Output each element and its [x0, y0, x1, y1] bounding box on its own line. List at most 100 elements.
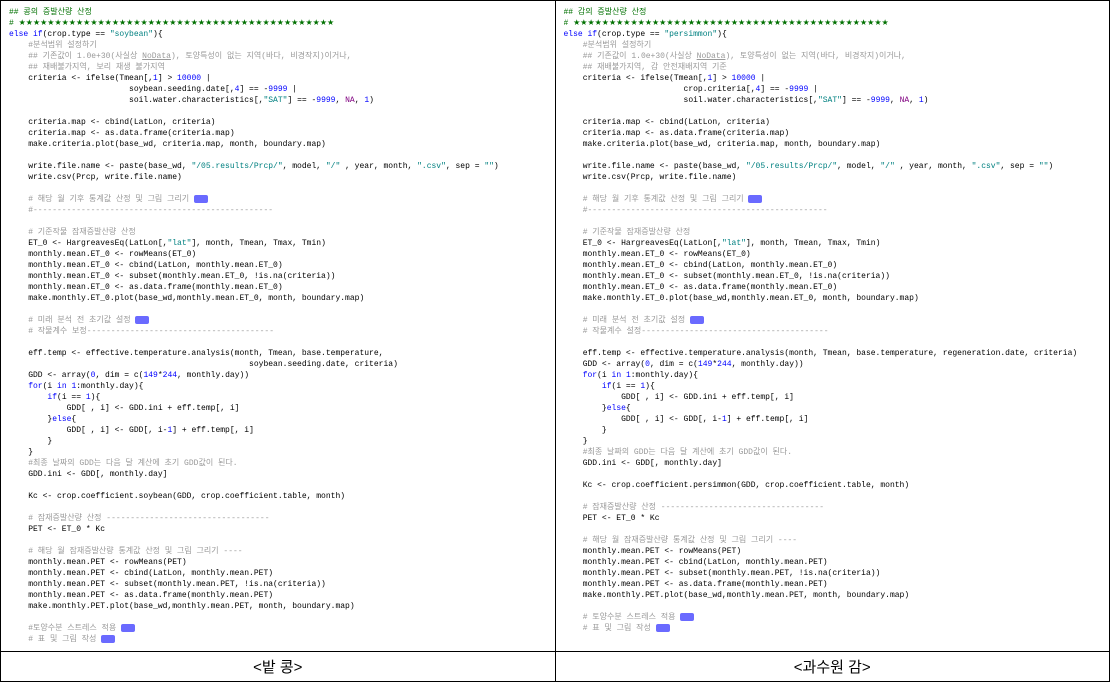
comment: #최종 날짜의 GDD는 다음 달 계산에 초기 GDD값이 된다.	[9, 459, 238, 468]
code-line: monthly.mean.PET <- rowMeans(PET)	[9, 558, 187, 567]
fold-badge-icon[interactable]	[656, 624, 670, 632]
code-line: GDD[ , i] <- GDD[, i-1] + eff.temp[, i]	[564, 415, 809, 424]
code-line: criteria.map <- cbind(LatLon, criteria)	[564, 118, 770, 127]
code-line: criteria.map <- as.data.frame(criteria.m…	[564, 129, 790, 138]
code-line: for(i in 1:monthly.day){	[564, 371, 698, 380]
code-line: ET_0 <- HargreavesEq(LatLon[,"lat"], mon…	[9, 239, 326, 248]
code-line: monthly.mean.ET_0 <- subset(monthly.mean…	[564, 272, 890, 281]
comment: # 표 및 그림 작성	[9, 635, 115, 644]
code-line: monthly.mean.PET <- as.data.frame(monthl…	[564, 580, 828, 589]
code-line: if(i == 1){	[564, 382, 655, 391]
comment: # ★★★★★★★★★★★★★★★★★★★★★★★★★★★★★★★★★★★★★★…	[564, 19, 889, 28]
code-line: make.criteria.plot(base_wd, criteria.map…	[9, 140, 326, 149]
code-line: monthly.mean.ET_0 <- rowMeans(ET_0)	[9, 250, 196, 259]
fold-badge-icon[interactable]	[194, 195, 208, 203]
comment: #최종 날짜의 GDD는 다음 달 계산에 초기 GDD값이 된다.	[564, 448, 793, 457]
code-line: write.file.name <- paste(base_wd, "/05.r…	[9, 162, 499, 171]
comment: #토양수분 스트레스 적용	[9, 624, 135, 633]
comment: ## 재배불가지역, 감 안전재배지역 기준	[564, 63, 727, 72]
right-code-pane: ## 감의 증발산량 산정 # ★★★★★★★★★★★★★★★★★★★★★★★★…	[555, 1, 1110, 652]
code-line: soil.water.characteristics[,"SAT"] == -9…	[564, 96, 929, 105]
code-line: make.monthly.ET_0.plot(base_wd,monthly.m…	[9, 294, 364, 303]
comment: #---------------------------------------…	[9, 206, 273, 215]
code-line: }	[9, 437, 52, 446]
code-line: criteria <- ifelse(Tmean[,1] > 10000 |	[9, 74, 211, 83]
right-caption: <과수원 감>	[555, 652, 1110, 682]
code-line: monthly.mean.ET_0 <- cbind(LatLon, month…	[9, 261, 283, 270]
fold-badge-icon[interactable]	[690, 316, 704, 324]
comment: # 잠재증발산량 산정 ----------------------------…	[9, 514, 270, 523]
comment: # 기준작물 잠재증발산량 산정	[9, 228, 136, 237]
comment: ## 콩의 증발산량 산정	[9, 8, 92, 17]
code-line: ET_0 <- HargreavesEq(LatLon[,"lat"], mon…	[564, 239, 881, 248]
code-line: monthly.mean.PET <- cbind(LatLon, monthl…	[9, 569, 273, 578]
code-line: monthly.mean.ET_0 <- as.data.frame(month…	[564, 283, 838, 292]
fold-badge-icon[interactable]	[101, 635, 115, 643]
comment: ## 기존값이 1.0e+30(사실상 NoData), 토양특성이 없는 지역…	[564, 52, 906, 61]
code-line: for(i in 1:monthly.day){	[9, 382, 143, 391]
code-line: }else{	[9, 415, 76, 424]
code-line: if(i == 1){	[9, 393, 100, 402]
fold-badge-icon[interactable]	[135, 316, 149, 324]
code-line: PET <- ET_0 * Kc	[564, 514, 660, 523]
code-line: PET <- ET_0 * Kc	[9, 525, 105, 534]
code-line: monthly.mean.PET <- rowMeans(PET)	[564, 547, 742, 556]
code-line: write.file.name <- paste(base_wd, "/05.r…	[564, 162, 1054, 171]
code-line: write.csv(Prcp, write.file.name)	[564, 173, 737, 182]
comment: ## 감의 증발산량 산정	[564, 8, 647, 17]
code-line: criteria <- ifelse(Tmean[,1] > 10000 |	[564, 74, 766, 83]
code-line: else if(crop.type == "soybean"){	[9, 30, 163, 39]
right-code: ## 감의 증발산량 산정 # ★★★★★★★★★★★★★★★★★★★★★★★★…	[564, 7, 1102, 634]
keyword: else if	[9, 30, 43, 39]
code-line: soybean.seeding.date, criteria)	[9, 360, 398, 369]
fold-badge-icon[interactable]	[680, 613, 694, 621]
code-line: make.monthly.ET_0.plot(base_wd,monthly.m…	[564, 294, 919, 303]
left-code: ## 콩의 증발산량 산정 # ★★★★★★★★★★★★★★★★★★★★★★★★…	[9, 7, 547, 645]
fold-badge-icon[interactable]	[121, 624, 135, 632]
code-line: crop.criteria[,4] == -9999 |	[564, 85, 818, 94]
code-line: Kc <- crop.coefficient.soybean(GDD, crop…	[9, 492, 345, 501]
comment: # 토양수분 스트레스 적용	[564, 613, 695, 622]
code-line: write.csv(Prcp, write.file.name)	[9, 173, 182, 182]
comment: #---------------------------------------…	[564, 206, 828, 215]
code-line: GDD <- array(0, dim = c(149*244, monthly…	[9, 371, 249, 380]
comment: #분석범위 설정하기	[9, 41, 97, 50]
code-line: make.monthly.PET.plot(base_wd,monthly.me…	[9, 602, 355, 611]
comment: # 잠재증발산량 산정 ----------------------------…	[564, 503, 825, 512]
fold-badge-icon[interactable]	[748, 195, 762, 203]
code-line: eff.temp <- effective.temperature.analys…	[9, 349, 383, 358]
comment: # 해당 월 기후 통계값 산정 및 그림 그리기	[564, 195, 763, 204]
code-line: }	[9, 448, 33, 457]
code-line: soybean.seeding.date[,4] == -9999 |	[9, 85, 297, 94]
left-caption: <밭 콩>	[1, 652, 556, 682]
code-line: monthly.mean.ET_0 <- cbind(LatLon, month…	[564, 261, 838, 270]
keyword: else if	[564, 30, 598, 39]
code-line: make.criteria.plot(base_wd, criteria.map…	[564, 140, 881, 149]
code-line: soil.water.characteristics[,"SAT"] == -9…	[9, 96, 374, 105]
code-line: Kc <- crop.coefficient.persimmon(GDD, cr…	[564, 481, 910, 490]
code-line: monthly.mean.PET <- cbind(LatLon, monthl…	[564, 558, 828, 567]
comment: #분석범위 설정하기	[564, 41, 652, 50]
left-code-pane: ## 콩의 증발산량 산정 # ★★★★★★★★★★★★★★★★★★★★★★★★…	[1, 1, 556, 652]
code-line: GDD <- array(0, dim = c(149*244, monthly…	[564, 360, 804, 369]
comment: # 표 및 그림 작성	[564, 624, 670, 633]
code-line: }	[564, 437, 588, 446]
comment: # 기준작물 잠재증발산량 산정	[564, 228, 691, 237]
code-line: monthly.mean.PET <- subset(monthly.mean.…	[564, 569, 881, 578]
code-line: GDD[ , i] <- GDD[, i-1] + eff.temp[, i]	[9, 426, 254, 435]
comment: # 해당 월 잠재증발산량 통계값 산정 및 그림 그리기 ----	[564, 536, 798, 545]
comment: # 미래 분석 전 초기값 설정	[564, 316, 704, 325]
code-line: eff.temp <- effective.temperature.analys…	[564, 349, 1078, 358]
code-line: criteria.map <- cbind(LatLon, criteria)	[9, 118, 215, 127]
comment: # 작물계수 보정-------------------------------…	[9, 327, 274, 336]
code-line: monthly.mean.ET_0 <- as.data.frame(month…	[9, 283, 283, 292]
code-line: GDD[ , i] <- GDD.ini + eff.temp[, i]	[9, 404, 239, 413]
code-line: }else{	[564, 404, 631, 413]
comparison-table: ## 콩의 증발산량 산정 # ★★★★★★★★★★★★★★★★★★★★★★★★…	[0, 0, 1110, 682]
comment: # 미래 분석 전 초기값 설정	[9, 316, 149, 325]
comment: # 작물계수 설정-------------------------------…	[564, 327, 829, 336]
code-line: GDD[ , i] <- GDD.ini + eff.temp[, i]	[564, 393, 794, 402]
code-line: make.monthly.PET.plot(base_wd,monthly.me…	[564, 591, 910, 600]
comment: # ★★★★★★★★★★★★★★★★★★★★★★★★★★★★★★★★★★★★★★…	[9, 19, 334, 28]
comment: # 해당 월 기후 통계값 산정 및 그림 그리기	[9, 195, 208, 204]
